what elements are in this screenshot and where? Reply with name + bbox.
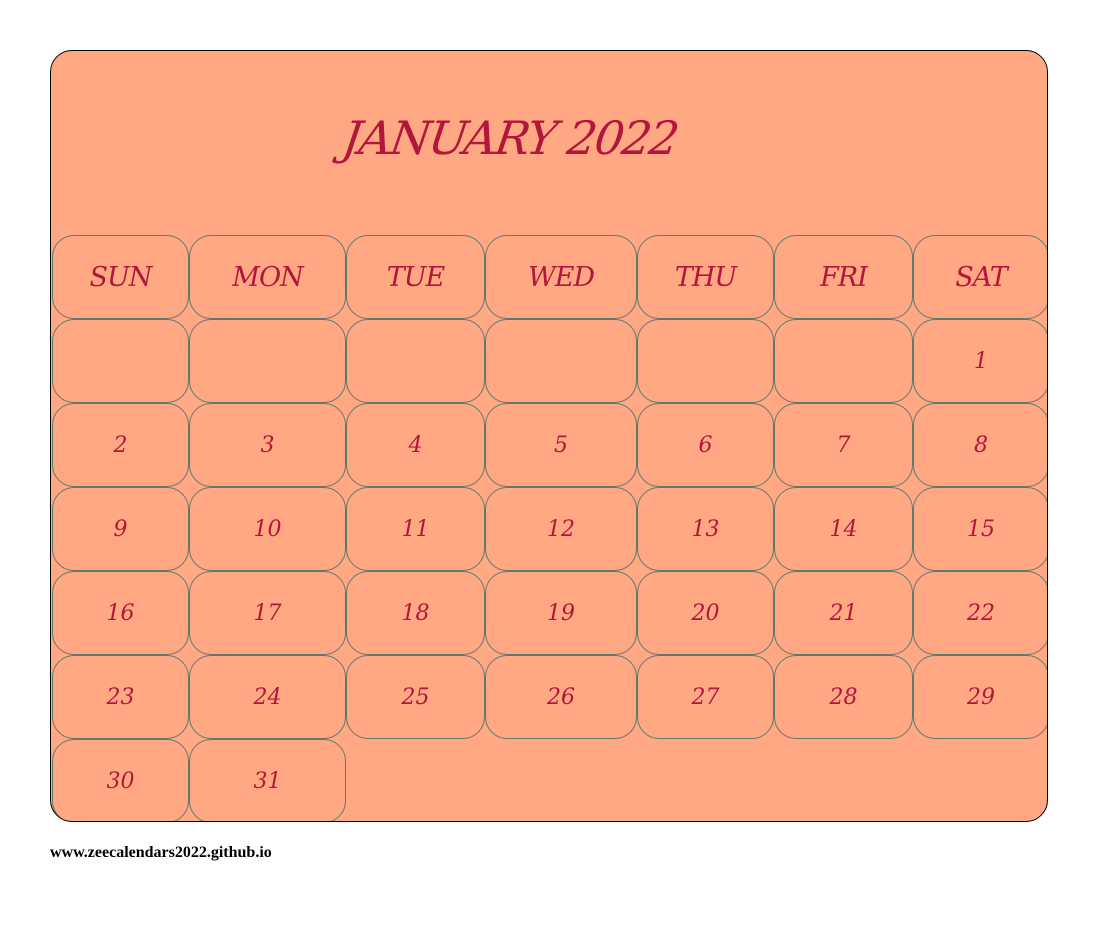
day-cell: 1: [913, 319, 1047, 403]
day-cell: 10: [189, 487, 346, 571]
empty-day-cell: [52, 319, 189, 403]
weekday-header-fri: FRI: [774, 235, 913, 319]
empty-day-cell: [485, 319, 637, 403]
day-cell: 29: [913, 655, 1047, 739]
day-cell: 13: [637, 487, 774, 571]
footer-url: www.zeecalendars2022.github.io: [50, 844, 272, 861]
day-cell: 28: [774, 655, 913, 739]
calendar: JANUARY 2022 SUN MON TUE WED THU FRI SAT 1 2 3 4 5 6…: [50, 50, 1048, 822]
day-cell: 15: [913, 487, 1047, 571]
weekday-header-thu: THU: [637, 235, 774, 319]
empty-day-cell: [346, 319, 485, 403]
day-cell: 11: [346, 487, 485, 571]
empty-day-cell: [189, 319, 346, 403]
empty-day-cell: [637, 319, 774, 403]
day-cell: 27: [637, 655, 774, 739]
day-cell: 17: [189, 571, 346, 655]
weekday-header-mon: MON: [189, 235, 346, 319]
weekday-header-sun: SUN: [52, 235, 189, 319]
day-cell: 9: [52, 487, 189, 571]
weekday-header-sat: SAT: [913, 235, 1047, 319]
day-cell: 3: [189, 403, 346, 487]
day-cell: 26: [485, 655, 637, 739]
day-cell: 20: [637, 571, 774, 655]
day-cell: 31: [189, 739, 346, 821]
day-cell: 6: [637, 403, 774, 487]
day-cell: 23: [52, 655, 189, 739]
day-cell: 19: [485, 571, 637, 655]
day-cell: 24: [189, 655, 346, 739]
weekday-header-tue: TUE: [346, 235, 485, 319]
day-cell: 14: [774, 487, 913, 571]
empty-day-cell: [774, 319, 913, 403]
day-cell: 21: [774, 571, 913, 655]
calendar-title: JANUARY 2022: [339, 111, 681, 165]
day-cell: 5: [485, 403, 637, 487]
day-cell: 2: [52, 403, 189, 487]
day-cell: 7: [774, 403, 913, 487]
day-cell: 4: [346, 403, 485, 487]
day-cell: 16: [52, 571, 189, 655]
day-cell: 12: [485, 487, 637, 571]
weekday-header-wed: WED: [485, 235, 637, 319]
day-cell: 30: [52, 739, 189, 821]
day-cell: 8: [913, 403, 1047, 487]
day-cell: 25: [346, 655, 485, 739]
day-cell: 22: [913, 571, 1047, 655]
day-cell: 18: [346, 571, 485, 655]
